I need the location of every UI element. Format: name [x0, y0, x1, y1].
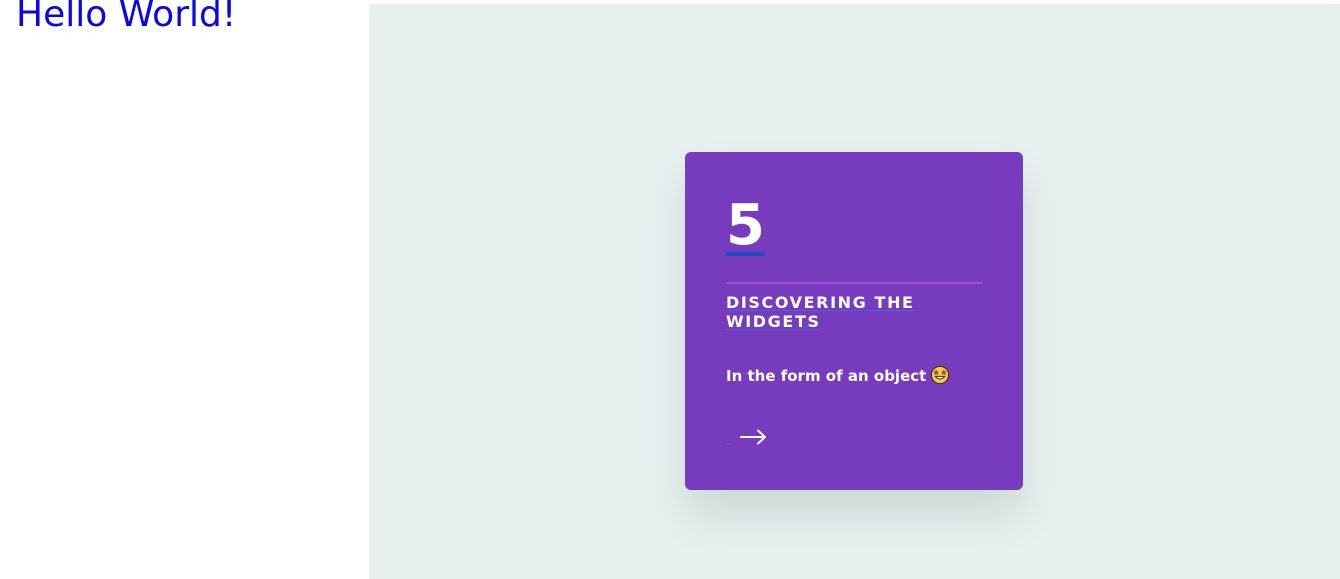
- page-heading: Hello World!: [16, 0, 237, 35]
- card-more-link[interactable]: [726, 424, 770, 450]
- link-underline: [726, 443, 731, 444]
- card-divider: [726, 282, 983, 284]
- widget-card: 5 Discovering the widgets In the form of…: [685, 152, 1023, 490]
- arrow-right-icon: [740, 429, 766, 445]
- card-number-link[interactable]: 5: [726, 194, 765, 256]
- card-text-label: In the form of an object: [726, 367, 927, 385]
- content-stage: 5 Discovering the widgets In the form of…: [369, 4, 1340, 579]
- star-struck-emoji-icon: [930, 365, 950, 390]
- card-title[interactable]: Discovering the widgets: [726, 293, 966, 331]
- card-text: In the form of an object: [726, 365, 950, 390]
